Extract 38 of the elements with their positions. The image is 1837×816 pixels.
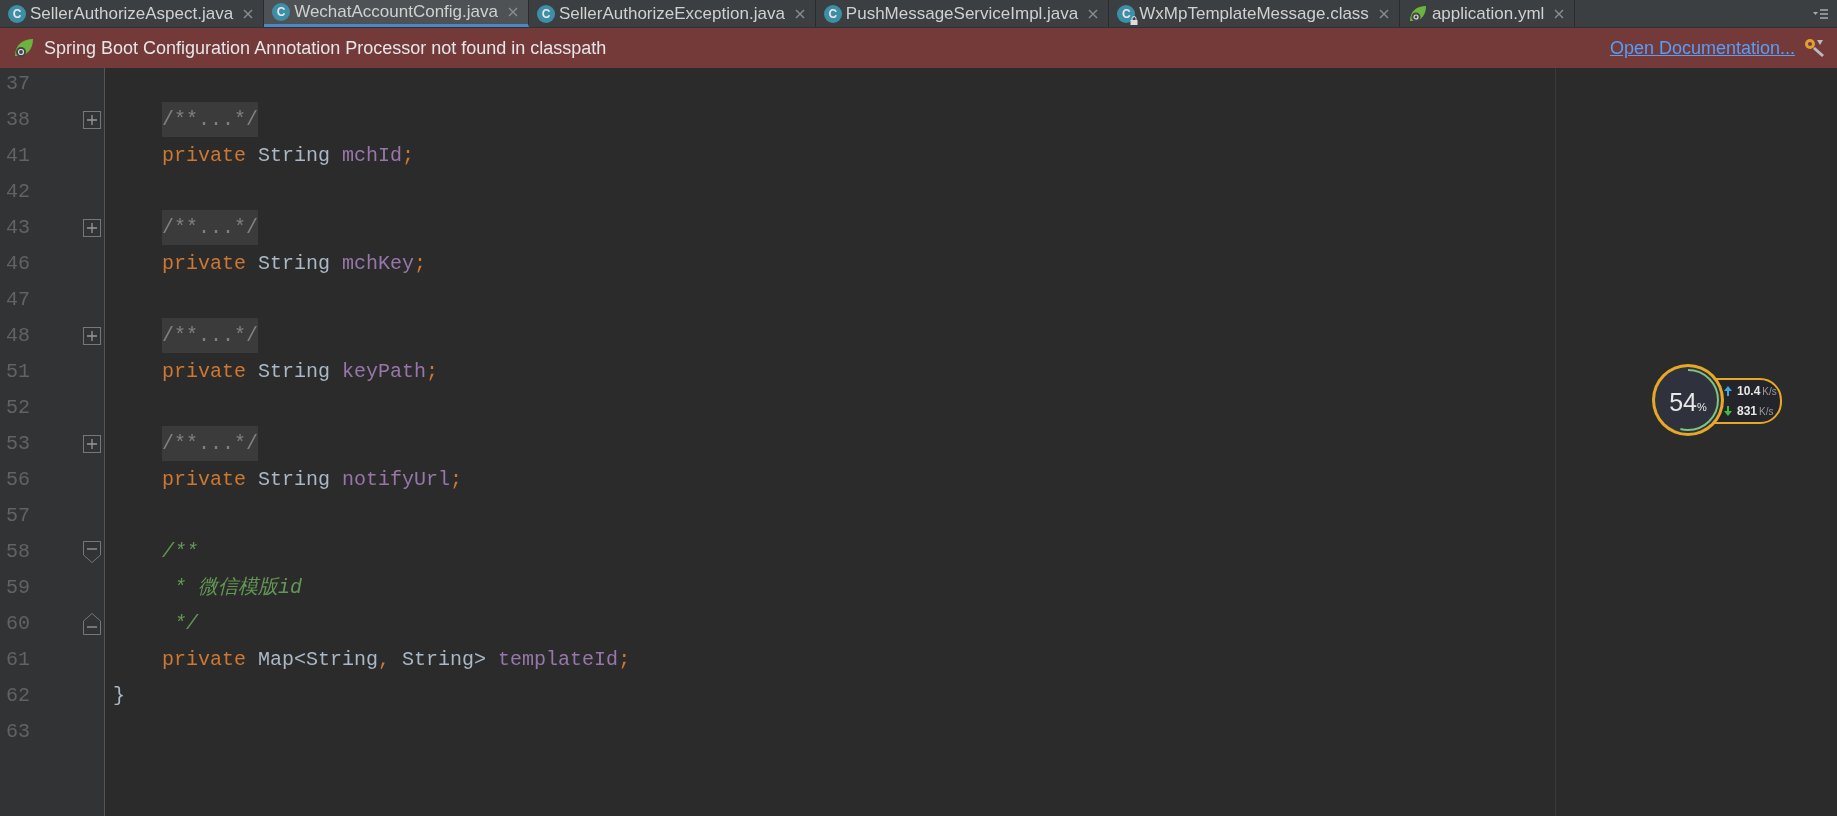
expand-fold-icon[interactable] [82,218,102,238]
usage-percent: 54 [1669,387,1697,418]
code-line: private String keyPath; [162,359,439,385]
code-line: private String mchId; [162,143,415,169]
class-icon: C [272,3,291,21]
expand-fold-icon[interactable] [82,434,102,454]
download-speed: 831 [1737,403,1758,420]
speed-unit: K/s [1759,404,1774,419]
expand-fold-icon[interactable] [82,110,102,130]
editor-tab[interactable]: C WxMpTemplateMessage.class [1109,0,1400,27]
close-icon[interactable] [506,5,520,19]
upload-speed: 10.4 [1737,383,1761,400]
tab-list-menu-icon[interactable] [1813,7,1829,20]
wrench-gear-icon[interactable] [1803,37,1825,59]
code-line: /** [162,539,198,565]
banner-message: Spring Boot Configuration Annotation Processor not found in classpath [44,36,607,60]
editor-tab[interactable]: C WechatAccountConfig.java [264,0,529,27]
spring-leaf-icon [1407,3,1428,24]
code-line: */ [174,611,198,637]
code-line: private Map<String, String> templateId; [162,647,631,673]
editor-tab[interactable]: C PushMessageServiceImpl.java [815,0,1110,27]
expand-fold-icon[interactable] [82,326,102,346]
download-arrow-icon [1724,406,1732,416]
upload-arrow-icon [1724,386,1732,396]
class-icon: C [8,4,26,23]
code-line: * 微信模版id [174,575,302,601]
code-line: private String mchKey; [162,251,427,277]
spring-boot-icon [12,36,36,60]
lock-icon [1130,15,1139,25]
editor-tab[interactable]: application.yml [1399,0,1576,27]
code-line: private String notifyUrl; [162,467,463,493]
code-line: } [113,683,125,709]
editor-tab[interactable]: C SellerAuthorizeException.java [529,0,816,27]
class-icon: C [823,4,842,23]
speed-unit: K/s [1762,384,1777,399]
class-icon: C [537,4,555,23]
percent-sign: % [1697,401,1707,415]
class-icon: C [1117,4,1136,23]
